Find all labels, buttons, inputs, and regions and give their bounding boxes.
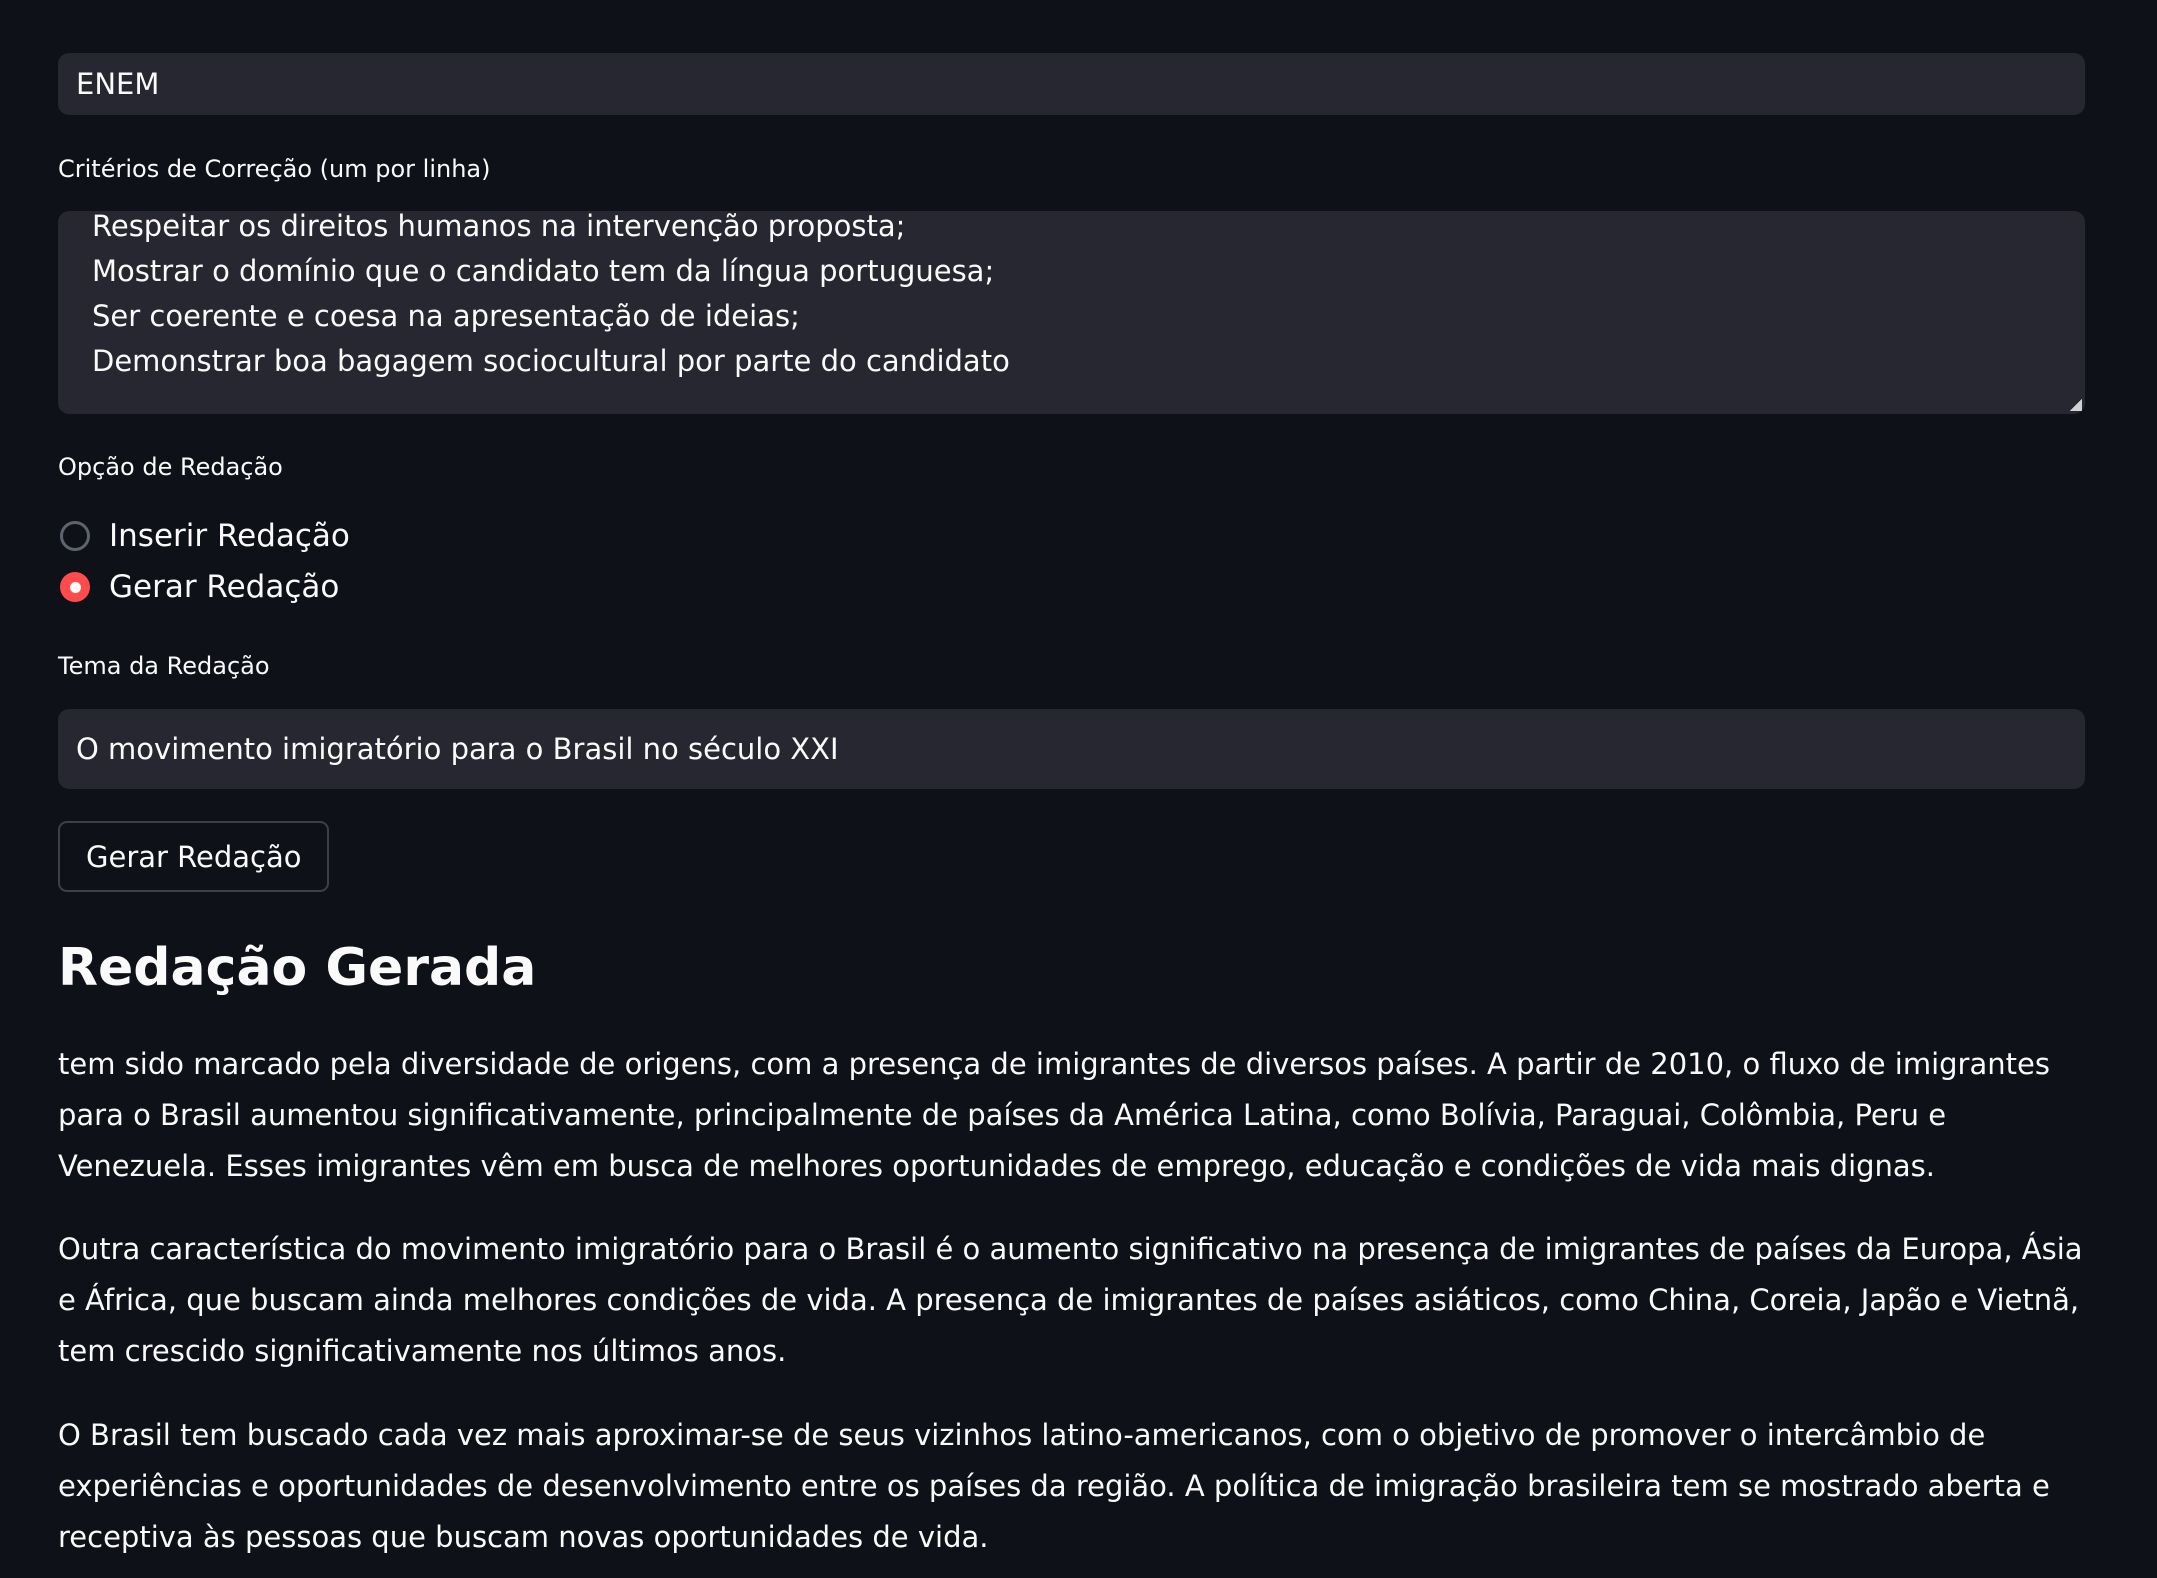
essay-paragraph: tem sido marcado pela diversidade de ori… bbox=[58, 1047, 2050, 1183]
result-heading: Redação Gerada bbox=[58, 938, 537, 998]
radio-option-label: Gerar Redação bbox=[109, 569, 340, 605]
essay-paragraph: O Brasil tem buscado cada vez mais aprox… bbox=[58, 1418, 2050, 1554]
criteria-textarea[interactable]: Respeitar os direitos humanos na interve… bbox=[58, 211, 2085, 414]
radio-option-inserir-redacao[interactable]: Inserir Redação bbox=[58, 516, 350, 556]
theme-label: Tema da Redação bbox=[58, 652, 270, 680]
radio-option-label: Inserir Redação bbox=[109, 518, 350, 554]
exam-type-input[interactable]: ENEM bbox=[58, 53, 2085, 115]
criteria-line: Respeitar os direitos humanos na interve… bbox=[92, 211, 906, 243]
generate-essay-button[interactable]: Gerar Redação bbox=[58, 821, 330, 892]
criteria-label: Critérios de Correção (um por linha) bbox=[58, 155, 491, 183]
essay-option-label: Opção de Redação bbox=[58, 453, 283, 481]
essay-paragraph: Outra característica do movimento imigra… bbox=[58, 1232, 2083, 1368]
radio-option-gerar-redacao[interactable]: Gerar Redação bbox=[58, 567, 339, 607]
criteria-line: Mostrar o domínio que o candidato tem da… bbox=[92, 254, 995, 288]
radio-unchecked-icon[interactable] bbox=[60, 521, 90, 551]
criteria-text: Respeitar os direitos humanos na interve… bbox=[92, 211, 1010, 384]
theme-input[interactable]: O movimento imigratório para o Brasil no… bbox=[58, 709, 2085, 789]
radio-checked-icon[interactable] bbox=[60, 572, 90, 602]
resize-handle-icon[interactable] bbox=[2070, 399, 2082, 411]
criteria-line: Ser coerente e coesa na apresentação de … bbox=[92, 299, 800, 333]
criteria-line: Demonstrar boa bagagem sociocultural por… bbox=[92, 344, 1010, 378]
